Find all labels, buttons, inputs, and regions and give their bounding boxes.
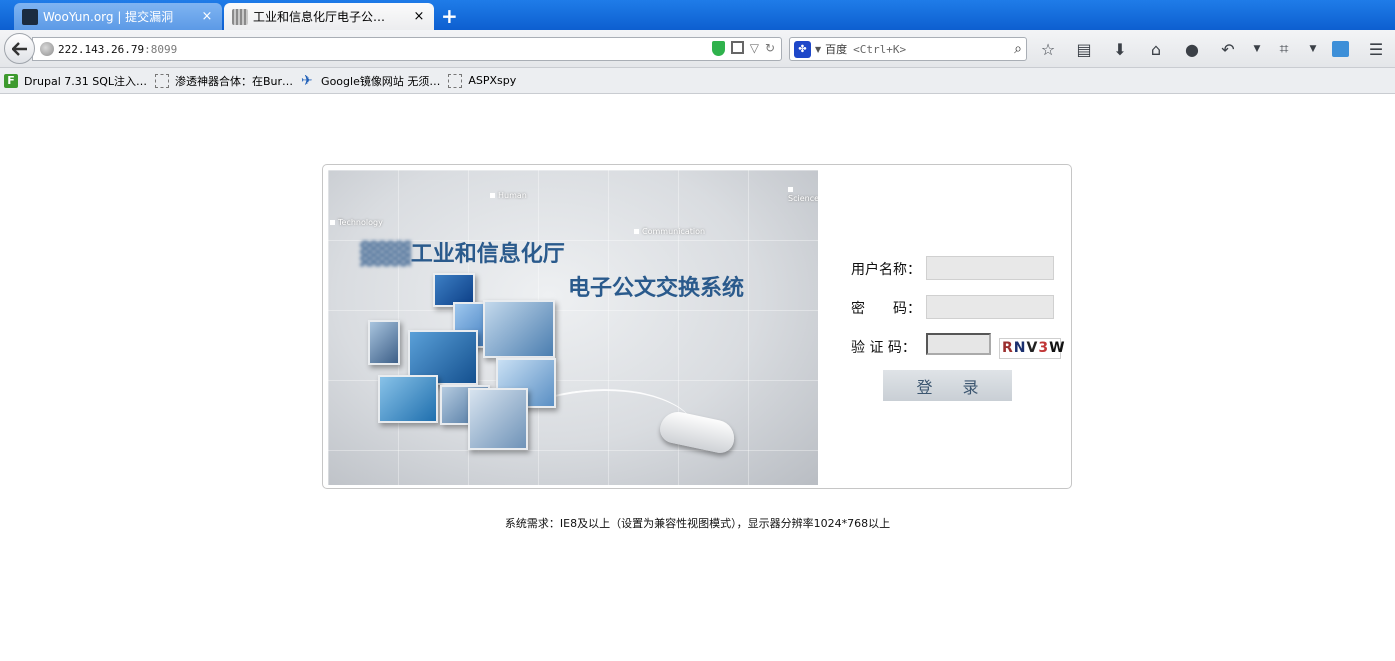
- close-icon[interactable]: ×: [412, 9, 426, 24]
- bookmarks-bar: F Drupal 7.31 SQL注入… 渗透神器合体：在Bur… ✈ Goog…: [0, 68, 1395, 94]
- bookmark-label: ASPXspy: [468, 74, 517, 87]
- monitor-graphic: [468, 388, 528, 450]
- bird-icon: ✈: [301, 72, 313, 89]
- hamburger-menu-icon[interactable]: ☰: [1364, 38, 1388, 60]
- back-button[interactable]: [4, 33, 35, 64]
- monitor-graphic: [483, 300, 555, 358]
- qrcode-icon[interactable]: [730, 41, 744, 54]
- undo-icon[interactable]: ↶: [1216, 38, 1240, 60]
- tab-wooyun[interactable]: WooYun.org | 提交漏洞 ×: [14, 3, 222, 30]
- drupal-icon: F: [4, 73, 18, 88]
- url-host: 222.143.26.79: [58, 42, 145, 56]
- reload-icon[interactable]: ↻: [765, 41, 775, 56]
- bookmark-label: 渗透神器合体：在Bur…: [175, 74, 294, 88]
- magnifier-icon[interactable]: ⌕: [1014, 41, 1022, 57]
- bookmark-aspxspy[interactable]: ASPXspy: [448, 73, 517, 88]
- login-button[interactable]: 登录: [883, 370, 1012, 401]
- chevron-down-icon[interactable]: ▽: [750, 41, 759, 56]
- chat-icon[interactable]: ●: [1180, 38, 1204, 60]
- toolbar: ☆ ▤ ⬇ ⌂ ● ↶ ▼ ⌗ ▼ ☰: [1036, 38, 1395, 60]
- chevron-down-icon[interactable]: ▼: [1308, 38, 1318, 60]
- nav-bar: 222.143.26.79:8099 ▽ ↻ ✤ ▼ 百度 <Ctrl+K> ⌕…: [0, 30, 1395, 68]
- tab-login-page[interactable]: 工业和信息化厅电子公… ×: [224, 3, 434, 30]
- login-panel: Human Science Technology Communication ▓…: [322, 164, 1072, 489]
- tab-strip: WooYun.org | 提交漏洞 × 工业和信息化厅电子公… × +: [0, 0, 1395, 30]
- chevron-down-icon[interactable]: ▼: [1252, 38, 1262, 60]
- close-icon[interactable]: ×: [200, 9, 214, 24]
- redacted-region: ▓▓▓: [360, 241, 411, 267]
- globe-icon: [40, 42, 54, 56]
- clipboard-icon[interactable]: ▤: [1072, 38, 1096, 60]
- bookmark-drupal[interactable]: F Drupal 7.31 SQL注入…: [4, 73, 147, 89]
- monitor-graphic: [368, 320, 400, 365]
- download-icon[interactable]: ⬇: [1108, 38, 1132, 60]
- wooyun-favicon-icon: [22, 8, 38, 25]
- blank-page-icon: [448, 73, 463, 88]
- search-placeholder: <Ctrl+K>: [853, 42, 907, 56]
- url-port: :8099: [144, 42, 178, 56]
- baidu-paw-icon[interactable]: ✤: [794, 40, 811, 58]
- username-label: 用户名称：: [851, 262, 921, 278]
- banner-tag: Communication: [634, 227, 705, 236]
- captcha-char: R: [1002, 340, 1014, 356]
- captcha-char: N: [1013, 340, 1027, 356]
- tab-label: 工业和信息化厅电子公…: [253, 10, 386, 24]
- url-bar[interactable]: 222.143.26.79:8099 ▽ ↻: [32, 37, 782, 61]
- addon-icon[interactable]: [1328, 38, 1352, 60]
- banner-tag: Technology: [330, 218, 383, 227]
- search-bar[interactable]: ✤ ▼ 百度 <Ctrl+K> ⌕: [789, 37, 1027, 61]
- banner-tag: Human: [490, 191, 527, 200]
- back-arrow-icon: [11, 41, 27, 56]
- banner-image: Human Science Technology Communication ▓…: [328, 170, 818, 485]
- bookmark-burp[interactable]: 渗透神器合体：在Bur…: [155, 73, 293, 89]
- username-input[interactable]: [926, 256, 1054, 280]
- captcha-image[interactable]: RNV3W: [999, 338, 1065, 359]
- captcha-label: 验 证 码：: [851, 340, 916, 356]
- monitor-graphic: [378, 375, 438, 423]
- tab-label: WooYun.org | 提交漏洞: [43, 10, 174, 24]
- captcha-char: 3: [1038, 340, 1050, 356]
- banner-title-line1: ▓▓▓工业和信息化厅: [360, 241, 565, 267]
- crop-icon[interactable]: ⌗: [1272, 38, 1296, 60]
- chevron-down-icon[interactable]: ▼: [815, 45, 821, 54]
- captcha-char: W: [1049, 340, 1066, 356]
- home-icon[interactable]: ⌂: [1144, 38, 1168, 60]
- blank-page-icon: [155, 73, 169, 88]
- captcha-input[interactable]: [926, 333, 991, 355]
- bookmark-label: Drupal 7.31 SQL注入…: [24, 74, 147, 88]
- system-requirements: 系统需求：IE8及以上（设置为兼容性视图模式），显示器分辨率1024*768以上: [504, 517, 891, 530]
- search-engine-name: 百度: [825, 43, 848, 56]
- password-label: 密 码：: [851, 301, 921, 317]
- captcha-char: V: [1026, 340, 1039, 356]
- banner-title-line2: 电子公文交换系统: [568, 275, 745, 301]
- banner-tag: Science: [788, 185, 818, 203]
- star-icon[interactable]: ☆: [1036, 38, 1060, 60]
- bookmark-label: Google镜像网站 无须…: [321, 74, 441, 88]
- shield-icon[interactable]: [711, 41, 725, 56]
- page-favicon-icon: [232, 8, 248, 25]
- bookmark-google-mirror[interactable]: ✈ Google镜像网站 无须…: [301, 73, 440, 89]
- new-tab-button[interactable]: +: [441, 4, 458, 28]
- password-input[interactable]: [926, 295, 1054, 319]
